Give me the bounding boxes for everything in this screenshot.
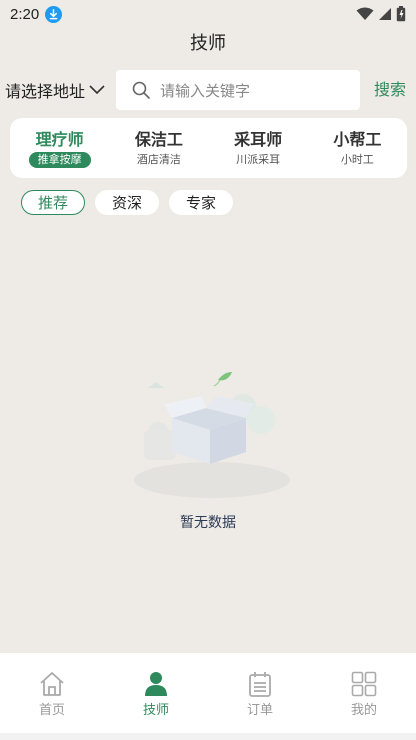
tab-label: 我的	[350, 703, 377, 718]
order-icon	[249, 672, 271, 697]
status-time: 2:20	[10, 5, 40, 23]
category-tab-cleaner[interactable]: 保洁工 酒店清洁	[114, 129, 204, 168]
status-bar: 2:20	[0, 0, 416, 28]
search-row: 请选择地址 请输入关键字 搜索	[0, 70, 416, 110]
battery-icon	[396, 6, 406, 22]
location-selector[interactable]: 请选择地址	[5, 70, 105, 110]
category-label: 采耳师	[234, 129, 283, 149]
chevron-down-icon	[89, 85, 105, 95]
search-placeholder: 请输入关键字	[160, 81, 251, 100]
home-icon	[40, 672, 64, 696]
tab-home[interactable]: 首页	[0, 671, 104, 718]
location-label: 请选择地址	[5, 82, 86, 101]
empty-box-illustration	[134, 372, 290, 498]
category-sub: 推拿按摩	[28, 151, 91, 168]
tab-mine[interactable]: 我的	[312, 671, 416, 718]
filter-chip-recommend[interactable]: 推荐	[21, 190, 86, 215]
download-icon	[45, 5, 63, 23]
gesture-bar	[0, 733, 416, 740]
filter-chip-expert[interactable]: 专家	[169, 190, 234, 215]
tab-label: 技师	[142, 703, 169, 718]
category-tabs: 理疗师 推拿按摩 保洁工 酒店清洁 采耳师 川派采耳 小帮工 小时工	[10, 118, 407, 178]
category-label: 保洁工	[134, 129, 183, 149]
status-left: 2:20	[10, 5, 63, 23]
tab-technician[interactable]: 技师	[104, 671, 208, 718]
page-title: 技师	[190, 33, 226, 54]
grid-icon	[351, 671, 377, 697]
wifi-icon	[356, 7, 374, 20]
tab-label: 订单	[246, 703, 273, 718]
category-tab-therapist[interactable]: 理疗师 推拿按摩	[15, 129, 105, 168]
category-tab-helper[interactable]: 小帮工 小时工	[312, 129, 402, 168]
signal-icon	[379, 8, 391, 20]
empty-state-text: 暂无数据	[180, 515, 236, 531]
filter-chip-senior[interactable]: 资深	[95, 190, 160, 215]
category-label: 理疗师	[35, 129, 84, 149]
status-right	[356, 6, 406, 22]
category-sub: 酒店清洁	[136, 152, 181, 166]
category-sub: 小时工	[340, 152, 374, 166]
category-tab-ear-cleaner[interactable]: 采耳师 川派采耳	[213, 129, 303, 168]
tab-orders[interactable]: 订单	[208, 671, 312, 718]
person-icon	[145, 672, 167, 696]
search-icon	[132, 81, 150, 99]
tab-label: 首页	[38, 703, 65, 718]
category-label: 小帮工	[333, 129, 382, 149]
search-button[interactable]: 搜索	[374, 70, 406, 110]
search-input[interactable]: 请输入关键字	[116, 70, 360, 110]
category-sub: 川派采耳	[236, 152, 281, 166]
filter-row: 推荐 资深 专家	[21, 190, 234, 216]
bottom-tab-bar: 首页 技师 订单 我的	[0, 653, 416, 733]
